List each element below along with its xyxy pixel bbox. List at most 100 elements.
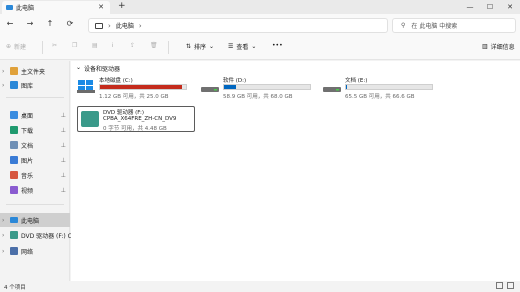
sort-label: 排序	[194, 44, 207, 51]
chevron-right-icon[interactable]: ›	[2, 248, 4, 255]
section-title: 设备和驱动器	[84, 66, 121, 73]
plus-circle-icon: ⊕	[6, 43, 12, 50]
details-button[interactable]: ▥ 详细信息	[482, 42, 515, 51]
window-controls: — ☐ ✕	[460, 0, 520, 14]
sidebar-item-network[interactable]: › 网络	[0, 244, 70, 258]
section-header-devices[interactable]: ⌄ 设备和驱动器	[76, 64, 120, 73]
details-label: 详细信息	[490, 44, 515, 51]
sidebar-item-desktop[interactable]: 桌面 ⊥	[0, 108, 70, 122]
chevron-right-icon[interactable]: ›	[2, 82, 4, 89]
dvd-drive-icon	[10, 231, 18, 239]
sidebar-item-this-pc[interactable]: › 此电脑	[0, 213, 70, 227]
drive-name: 软件 (D:)	[223, 78, 247, 84]
chevron-right-icon[interactable]: ›	[2, 68, 4, 75]
refresh-button[interactable]: ⟳	[64, 19, 76, 28]
drive-usage-fill	[346, 85, 348, 89]
back-button[interactable]: ←	[4, 19, 16, 28]
new-button[interactable]: ⊕ 新建	[6, 42, 26, 51]
details-view-icon[interactable]	[496, 282, 503, 289]
divider	[42, 41, 43, 54]
status-bar: 4 个项目	[0, 281, 520, 292]
sidebar-item-label: 主文件夹	[21, 68, 46, 76]
address-bar[interactable]: › 此电脑 ›	[88, 18, 388, 33]
sidebar-item-downloads[interactable]: 下载 ⊥	[0, 123, 70, 137]
sidebar-item-dvd-drive[interactable]: › DVD 驱动器 (F:) C	[0, 228, 72, 242]
view-button[interactable]: ☰ 查看 ⌄	[228, 42, 256, 51]
pin-icon[interactable]: ⊥	[61, 142, 66, 149]
title-bar: 此电脑 ✕ + — ☐ ✕	[0, 0, 520, 14]
navigation-pane: › 主文件夹 › 图库 桌面 ⊥ 下载 ⊥ 文档 ⊥ 图片 ⊥ 音乐 ⊥ 视频 …	[0, 61, 72, 281]
hard-drive-icon	[323, 87, 341, 92]
sidebar-item-gallery[interactable]: › 图库	[0, 78, 70, 92]
download-icon	[10, 126, 18, 134]
pc-icon	[6, 5, 13, 10]
forward-button[interactable]: →	[24, 19, 36, 28]
sidebar-item-label: 此电脑	[21, 217, 40, 225]
sidebar-item-videos[interactable]: 视频 ⊥	[0, 183, 70, 197]
chevron-right-icon[interactable]: ›	[108, 22, 111, 30]
tiles-view-icon[interactable]	[507, 282, 514, 289]
up-button[interactable]: ↑	[44, 19, 56, 28]
command-bar: ⊕ 新建 ✂ ❐ ▤ Ꭵ ⇪ 🗑 ⇅ 排序 ⌄ ☰ 查看 ⌄ ••• ▥ 详细信…	[0, 36, 520, 60]
maximize-button[interactable]: ☐	[480, 0, 500, 14]
chevron-down-icon: ⌄	[209, 43, 215, 50]
search-icon: ⚲	[401, 22, 406, 29]
drive-name: 文档 (E:)	[345, 78, 368, 84]
dvd-name: DVD 驱动器 (F:)	[103, 110, 145, 116]
drive-d[interactable]: 软件 (D:) 58.9 GB 可用，共 68.0 GB	[201, 75, 321, 115]
share-icon[interactable]: ⇪	[130, 42, 135, 49]
desktop-icon	[10, 111, 18, 119]
cut-icon[interactable]: ✂	[52, 42, 57, 49]
tab-this-pc[interactable]: 此电脑 ✕	[2, 1, 110, 14]
sidebar-item-pictures[interactable]: 图片 ⊥	[0, 153, 70, 167]
close-tab-icon[interactable]: ✕	[98, 3, 104, 11]
sidebar-item-label: 网络	[21, 248, 34, 256]
chevron-right-icon[interactable]: ›	[139, 22, 142, 30]
sidebar-item-label: 视频	[21, 187, 34, 195]
pin-icon[interactable]: ⊥	[61, 127, 66, 134]
close-window-button[interactable]: ✕	[500, 0, 520, 14]
hard-drive-icon	[201, 87, 219, 92]
sort-button[interactable]: ⇅ 排序 ⌄	[186, 42, 214, 51]
chevron-right-icon[interactable]: ›	[2, 217, 4, 224]
view-icon: ☰	[228, 43, 234, 50]
delete-icon[interactable]: 🗑	[150, 42, 158, 49]
dvd-capacity: 0 字节 可用，共 4.48 GB	[103, 126, 167, 132]
drive-dvd[interactable]: DVD 驱动器 (F:) CPBA_X64FRE_ZH-CN_DV9 0 字节 …	[77, 106, 195, 132]
copy-icon[interactable]: ❐	[72, 42, 77, 49]
drive-e[interactable]: 文档 (E:) 65.5 GB 可用，共 66.6 GB	[323, 75, 443, 115]
sort-icon: ⇅	[186, 43, 192, 50]
drive-free-space: 58.9 GB 可用，共 68.0 GB	[223, 94, 293, 100]
document-icon	[10, 141, 18, 149]
more-options-button[interactable]: •••	[272, 42, 283, 49]
rename-icon[interactable]: Ꭵ	[112, 42, 113, 50]
new-label: 新建	[14, 44, 27, 51]
sidebar-item-music[interactable]: 音乐 ⊥	[0, 168, 70, 182]
breadcrumb-this-pc[interactable]: 此电脑	[116, 21, 134, 30]
divider	[6, 97, 64, 98]
chevron-right-icon[interactable]: ›	[2, 232, 4, 239]
sidebar-item-home[interactable]: › 主文件夹	[0, 64, 70, 78]
view-label: 查看	[236, 44, 249, 51]
view-toggle	[496, 282, 514, 289]
pin-icon[interactable]: ⊥	[61, 172, 66, 179]
computer-icon	[95, 22, 103, 29]
tab-label: 此电脑	[16, 5, 35, 12]
new-tab-button[interactable]: +	[118, 1, 126, 11]
sidebar-item-label: 图片	[21, 157, 34, 165]
paste-icon[interactable]: ▤	[92, 42, 98, 49]
pin-icon[interactable]: ⊥	[61, 157, 66, 164]
pin-icon[interactable]: ⊥	[61, 187, 66, 194]
search-input[interactable]: ⚲ 在 此电脑 中搜索	[392, 18, 516, 33]
pin-icon[interactable]: ⊥	[61, 112, 66, 119]
sidebar-item-label: DVD 驱动器 (F:) C	[21, 232, 72, 240]
sidebar-item-documents[interactable]: 文档 ⊥	[0, 138, 70, 152]
sidebar-item-label: 桌面	[21, 112, 34, 120]
details-pane-icon: ▥	[482, 43, 488, 50]
video-icon	[10, 186, 18, 194]
minimize-button[interactable]: —	[460, 0, 480, 14]
content-pane: ⌄ 设备和驱动器 本地磁盘 (C:) 1.12 GB 可用，共 25.0 GB …	[71, 61, 520, 281]
sidebar-item-label: 下载	[21, 127, 34, 135]
drive-name: 本地磁盘 (C:)	[99, 78, 133, 84]
divider	[168, 41, 169, 54]
